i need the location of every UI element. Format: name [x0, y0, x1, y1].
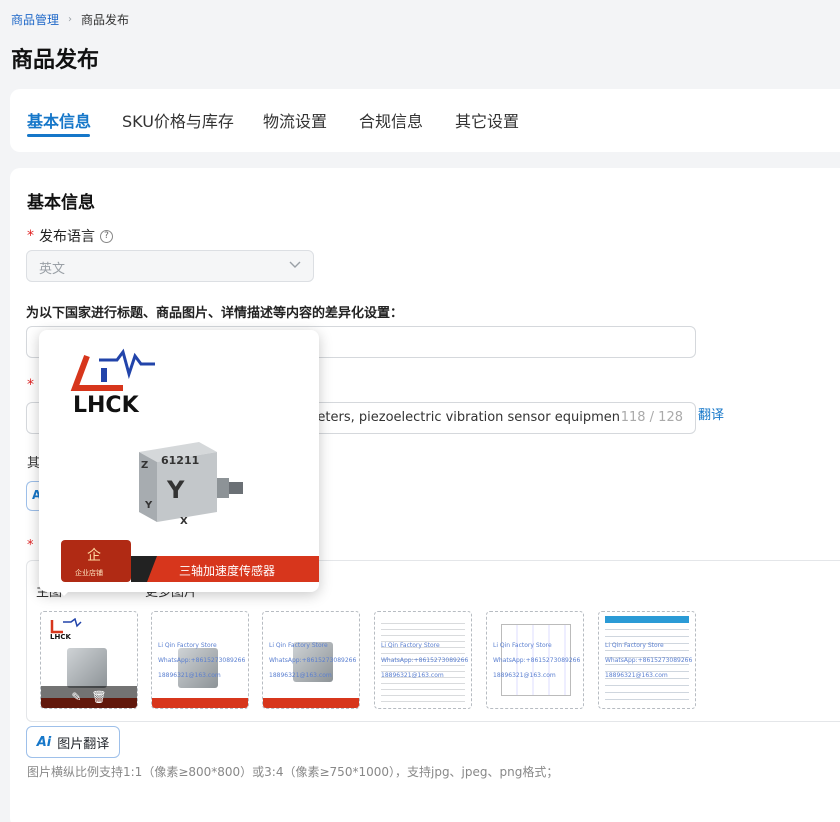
thumb-hover-actions: ✎ 🗑 [41, 686, 137, 708]
watermark-store: Li Qin Factory Store [269, 642, 328, 649]
ai-translate-button-partial[interactable]: A [26, 481, 41, 511]
edit-icon[interactable]: ✎ [71, 690, 81, 704]
product-preview-image: LHCK 61211 Y Z Y X 企 企业店铺 三轴加速度传感器 [61, 348, 319, 582]
character-counter: 118 / 128 [620, 410, 683, 425]
product-image-thumb-2[interactable]: Li Qin Factory Store WhatsApp:+861527308… [151, 611, 249, 709]
image-translate-label: 图片翻译 [57, 736, 110, 752]
store-badge-text: 企业店铺 [75, 568, 103, 577]
tab-basic-info[interactable]: 基本信息 [27, 108, 91, 132]
axis-x-label: X [180, 516, 188, 527]
delete-icon[interactable]: 🗑 [91, 690, 106, 704]
breadcrumb: 商品管理 › 商品发布 [11, 11, 129, 28]
tab-sku-price-stock[interactable]: SKU价格与库存 [122, 108, 234, 132]
image-format-hint: 图片横纵比例支持1:1（像素≥800*800）或3:4（像素≥750*1000）… [27, 765, 559, 779]
popup-arrow [58, 590, 70, 596]
watermark-phone: WhatsApp:+8615273089266 [269, 657, 357, 664]
cube-axis-y: Y [166, 476, 185, 504]
sensor-cube-image [178, 648, 218, 688]
watermark-phone: WhatsApp:+8615273089266 [493, 657, 581, 664]
product-image-thumb-3[interactable]: Li Qin Factory Store WhatsApp:+861527308… [262, 611, 360, 709]
tab-other-settings[interactable]: 其它设置 [455, 108, 519, 132]
required-mark: * [27, 228, 34, 244]
publish-language-label-text: 发布语言 [39, 229, 95, 245]
brand-logo-icon: LHCK [50, 618, 82, 640]
spec-table-header [605, 616, 689, 623]
active-tab-indicator [27, 134, 90, 137]
image-translate-button[interactable]: Ai 图片翻译 [26, 726, 120, 758]
publish-language-label: * 发布语言 ? [27, 226, 113, 246]
axis-z-label: Z [141, 460, 148, 471]
ai-icon: Ai [36, 734, 52, 750]
banner-bar [152, 698, 248, 708]
svg-text:企: 企 [87, 547, 101, 564]
section-title: 基本信息 [27, 193, 95, 213]
banner-text: 三轴加速度传感器 [179, 563, 275, 578]
country-settings-label: 为以下国家进行标题、商品图片、详情描述等内容的差异化设置： [26, 306, 404, 321]
product-image-thumb-4[interactable]: Li Qin Factory Store WhatsApp:+861527308… [374, 611, 472, 709]
watermark-email: 18896321@163.com [605, 672, 668, 679]
language-select[interactable]: 英文 [26, 250, 314, 282]
axis-y-label: Y [144, 500, 153, 511]
watermark-email: 18896321@163.com [381, 672, 444, 679]
required-mark: * [27, 538, 34, 553]
watermark-store: Li Qin Factory Store [381, 642, 440, 649]
chevron-down-icon [289, 261, 301, 268]
product-image-thumb-6[interactable]: Li Qin Factory Store WhatsApp:+861527308… [598, 611, 696, 709]
watermark-email: 18896321@163.com [158, 672, 221, 679]
watermark-phone: WhatsApp:+8615273089266 [158, 657, 246, 664]
tabs-bar: 基本信息 SKU价格与库存 物流设置 合规信息 其它设置 [10, 89, 840, 152]
translate-link[interactable]: 翻译 [698, 404, 724, 423]
watermark-email: 18896321@163.com [269, 672, 332, 679]
chevron-right-icon: › [68, 14, 73, 25]
product-image-thumb-1[interactable]: LHCK ✎ 🗑 [40, 611, 138, 709]
breadcrumb-link-product-management[interactable]: 商品管理 [11, 11, 59, 28]
required-mark: * [27, 377, 34, 393]
banner-bar [263, 698, 359, 708]
tab-logistics[interactable]: 物流设置 [263, 108, 327, 132]
title-label: * [27, 377, 39, 393]
watermark-phone: WhatsApp:+8615273089266 [605, 657, 693, 664]
watermark-store: Li Qin Factory Store [493, 642, 552, 649]
tab-compliance[interactable]: 合规信息 [359, 108, 423, 132]
page-title: 商品发布 [11, 48, 100, 73]
svg-text:LHCK: LHCK [50, 633, 71, 640]
watermark-email: 18896321@163.com [493, 672, 556, 679]
watermark-store: Li Qin Factory Store [158, 642, 217, 649]
watermark-phone: WhatsApp:+8615273089266 [381, 657, 469, 664]
sensor-cube-image [67, 648, 107, 688]
language-select-value: 英文 [39, 262, 66, 277]
brand-logo-text: LHCK [73, 393, 140, 418]
image-preview-popup: LHCK 61211 Y Z Y X 企 企业店铺 三轴加速度传感器 [39, 330, 319, 592]
breadcrumb-current: 商品发布 [81, 13, 130, 27]
cube-model-label: 61211 [161, 454, 199, 467]
product-image-thumb-5[interactable]: Li Qin Factory Store WhatsApp:+861527308… [486, 611, 584, 709]
watermark-store: Li Qin Factory Store [605, 642, 664, 649]
help-icon[interactable]: ? [100, 229, 113, 243]
